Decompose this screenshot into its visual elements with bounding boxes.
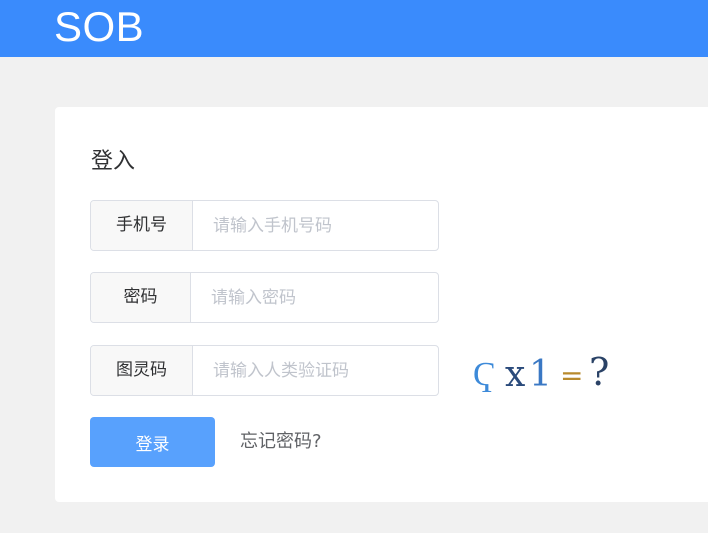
- captcha-glyph-5: ?: [589, 350, 609, 394]
- phone-label: 手机号: [91, 201, 193, 250]
- captcha-field-group: 图灵码: [90, 345, 439, 396]
- captcha-glyph-4: =: [560, 359, 583, 392]
- login-button[interactable]: 登录: [90, 417, 215, 467]
- password-label: 密码: [91, 273, 191, 322]
- site-logo[interactable]: SOB: [54, 2, 144, 52]
- captcha-glyph-2: x: [505, 354, 525, 395]
- captcha-label: 图灵码: [91, 346, 193, 395]
- captcha-image[interactable]: Ҁ x 1 = ?: [471, 345, 621, 397]
- password-field-group: 密码: [90, 272, 439, 323]
- login-card: 登入 手机号 密码 图灵码 Ҁ x 1 = ? 登录 忘记密码?: [55, 107, 708, 502]
- password-input[interactable]: [191, 273, 436, 322]
- captcha-glyph-3: 1: [529, 354, 552, 395]
- captcha-glyph-1: Ҁ: [473, 354, 496, 394]
- login-title: 登入: [91, 149, 136, 174]
- captcha-input[interactable]: [193, 346, 438, 395]
- forgot-password-link[interactable]: 忘记密码?: [240, 428, 322, 456]
- phone-field-group: 手机号: [90, 200, 439, 251]
- top-navbar: SOB: [0, 0, 708, 57]
- phone-input[interactable]: [193, 201, 438, 250]
